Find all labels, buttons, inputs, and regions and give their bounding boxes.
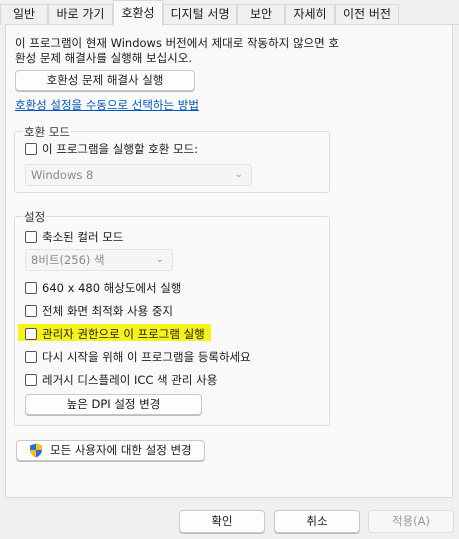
- reduced-color-checkbox[interactable]: [25, 231, 37, 243]
- manual-settings-link[interactable]: 호환성 설정을 수동으로 선택하는 방법: [15, 97, 199, 113]
- troubleshooter-button[interactable]: 호환성 문제 해결사 실행: [15, 70, 195, 91]
- all-users-button-label: 모든 사용자에 대한 설정 변경: [50, 443, 192, 457]
- legacy-icc-row[interactable]: 레거시 디스플레이 ICC 색 관리 사용: [25, 372, 217, 388]
- tab-digital-signatures[interactable]: 디지털 서명: [163, 4, 237, 25]
- ok-button[interactable]: 확인: [179, 510, 265, 533]
- tab-security[interactable]: 보안: [237, 4, 285, 25]
- compat-mode-checkbox-row[interactable]: 이 프로그램을 실행할 호환 모드:: [25, 141, 198, 157]
- reduced-color-row[interactable]: 축소된 컬러 모드: [25, 229, 123, 245]
- legacy-icc-checkbox[interactable]: [25, 374, 37, 386]
- fullscreen-opt-row[interactable]: 전체 화면 최적화 사용 중지: [25, 303, 173, 319]
- cancel-button[interactable]: 취소: [274, 510, 360, 533]
- tab-details[interactable]: 자세히: [285, 4, 335, 25]
- color-depth-dropdown[interactable]: 8비트(256) 색 ⌄: [25, 249, 173, 271]
- run-as-admin-checkbox[interactable]: [25, 328, 37, 340]
- register-restart-row[interactable]: 다시 시작을 위해 이 프로그램을 등록하세요: [25, 349, 251, 365]
- color-depth-dropdown-value: 8비트(256) 색: [31, 253, 105, 267]
- register-restart-label: 다시 시작을 위해 이 프로그램을 등록하세요: [42, 350, 251, 364]
- res-640-row[interactable]: 640 x 480 해상도에서 실행: [25, 280, 181, 296]
- fullscreen-opt-checkbox[interactable]: [25, 305, 37, 317]
- tab-shortcut[interactable]: 바로 가기: [48, 4, 113, 25]
- res-640-label: 640 x 480 해상도에서 실행: [42, 281, 182, 295]
- res-640-checkbox[interactable]: [25, 282, 37, 294]
- chevron-down-icon: ⌄: [155, 254, 164, 265]
- chevron-down-icon: ⌄: [234, 169, 243, 180]
- compat-mode-dropdown[interactable]: Windows 8 ⌄: [25, 164, 252, 186]
- apply-button[interactable]: 적용(A): [368, 510, 454, 533]
- tab-strip: 일반 바로 가기 호환성 디지털 서명 보안 자세히 이전 버전: [0, 0, 459, 26]
- compat-mode-dropdown-value: Windows 8: [31, 168, 94, 182]
- high-dpi-button[interactable]: 높은 DPI 설정 변경: [25, 394, 202, 415]
- tab-compatibility[interactable]: 호환성: [113, 0, 163, 26]
- compat-mode-label: 이 프로그램을 실행할 호환 모드:: [42, 142, 199, 156]
- intro-text: 이 프로그램이 현재 Windows 버전에서 제대로 작동하지 않으면 호환성…: [15, 36, 339, 65]
- uac-shield-icon: [30, 443, 43, 458]
- run-as-admin-label: 관리자 권한으로 이 프로그램 실행: [42, 327, 205, 341]
- legacy-icc-label: 레거시 디스플레이 ICC 색 관리 사용: [42, 373, 218, 387]
- fullscreen-opt-label: 전체 화면 최적화 사용 중지: [42, 304, 174, 318]
- tab-previous-versions[interactable]: 이전 버전: [335, 4, 399, 25]
- compat-mode-checkbox[interactable]: [25, 143, 37, 155]
- settings-title: 설정: [23, 209, 47, 225]
- reduced-color-label: 축소된 컬러 모드: [42, 230, 124, 244]
- all-users-settings-button[interactable]: 모든 사용자에 대한 설정 변경: [16, 440, 205, 461]
- register-restart-checkbox[interactable]: [25, 351, 37, 363]
- compat-mode-title: 호환 모드: [23, 124, 71, 140]
- run-as-admin-row[interactable]: 관리자 권한으로 이 프로그램 실행: [25, 326, 205, 342]
- tab-general[interactable]: 일반: [0, 4, 48, 25]
